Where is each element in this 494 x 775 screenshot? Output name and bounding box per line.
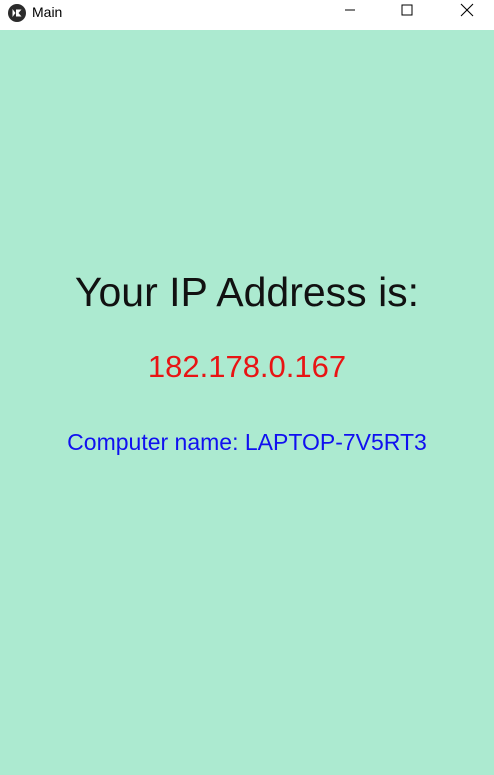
minimize-icon [344,3,356,21]
close-button[interactable] [444,0,490,24]
title-bar[interactable]: Main [0,0,494,30]
maximize-button[interactable] [384,0,430,24]
maximize-icon [401,3,413,21]
ip-heading: Your IP Address is: [74,269,420,315]
window-title: Main [32,4,63,20]
app-window: Main Your IP Address is: 182.178.0.167 C… [0,0,494,775]
computer-name-label: Computer name: LAPTOP-7V5RT3 [67,429,427,455]
minimize-button[interactable] [327,0,373,24]
close-icon [460,3,474,22]
ip-address-value: 182.178.0.167 [147,349,347,384]
main-content: Your IP Address is: 182.178.0.167 Comput… [0,30,494,775]
kivy-logo-icon [8,4,26,22]
